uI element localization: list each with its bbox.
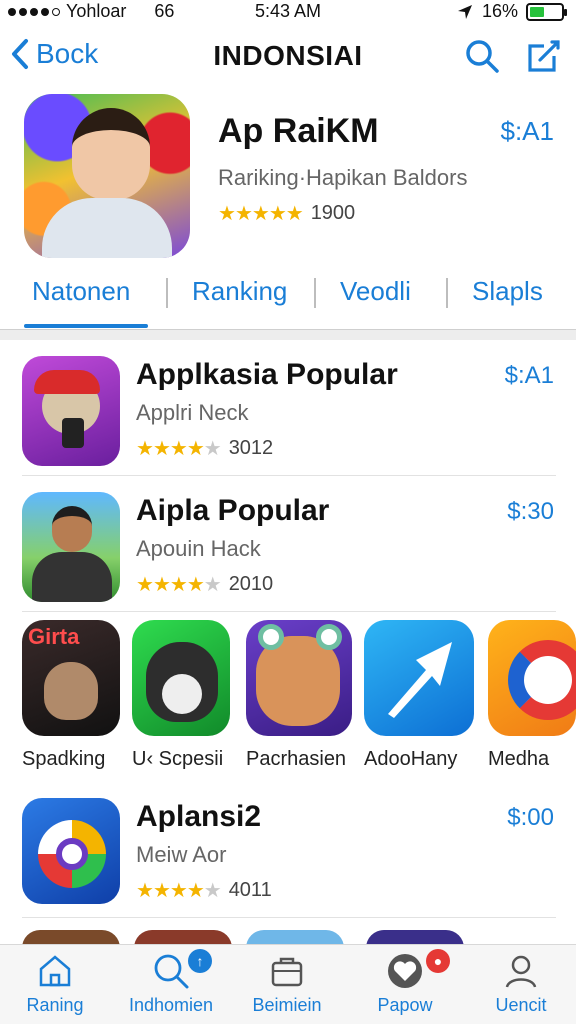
wolf-app-icon: Girta	[22, 620, 120, 736]
list-item[interactable]: Aplansi2 Meiw Aor ★★★★★ 4011 $:00	[22, 798, 556, 918]
star-rating-icon: ★★★★★	[218, 203, 304, 225]
tab-bar-label: Indhomien	[128, 995, 214, 1015]
tab-veodli[interactable]: Veodli	[340, 276, 411, 307]
icon-text: Girta	[28, 624, 80, 649]
compose-icon[interactable]	[524, 36, 564, 76]
search-icon[interactable]	[462, 36, 502, 76]
tab-divider	[314, 278, 316, 308]
status-right: 16%	[456, 1, 567, 22]
tab-slapls[interactable]: Slapls	[472, 276, 543, 307]
rating: ★★★★★ 1900	[218, 201, 467, 226]
app-subtitle: Meiw Aor	[136, 842, 227, 867]
rating: ★★★★★ 3012	[136, 436, 398, 461]
grid-item[interactable]: Pacrhasien	[246, 620, 356, 771]
dog-app-icon	[246, 620, 352, 736]
featured-info: Ap RaiKM Rariking·Hapikan Baldors ★★★★★ …	[218, 112, 467, 226]
heart-icon	[388, 954, 422, 988]
rating: ★★★★★ 4011	[136, 878, 272, 903]
medha-app-icon	[488, 620, 576, 736]
grid-item[interactable]: U‹ Scpesii	[132, 620, 242, 771]
tab-bar: Raning ↑ Indhomien Beimiein ● Papow Uenc…	[0, 944, 576, 1024]
tab-bar-item-uencit[interactable]: Uencit	[466, 951, 576, 1016]
home-icon	[39, 955, 71, 987]
grid-item[interactable]: AdooHany	[364, 620, 474, 771]
tab-bar-item-raning[interactable]: Raning	[0, 951, 110, 1016]
status-bar: Yohloar 66 5:43 AM 16%	[0, 0, 576, 26]
tab-bar-label: Raning	[26, 995, 84, 1015]
rating: ★★★★★ 2010	[136, 572, 329, 597]
grid-label: Spadking	[22, 748, 106, 770]
pin-icon: ●	[426, 949, 450, 973]
tab-indicator	[24, 324, 148, 328]
app-subtitle: Apouin Hack	[136, 536, 261, 561]
list-item-info: Aplansi2 Meiw Aor ★★★★★ 4011	[136, 800, 272, 903]
app-name: Aplansi2	[136, 800, 262, 833]
tab-bar-item-beimiein[interactable]: Beimiein	[232, 951, 342, 1016]
tab-natonen[interactable]: Natonen	[32, 276, 130, 307]
featured-subtitle: Rariking·Hapikan Baldors	[218, 165, 468, 190]
husky-app-icon	[132, 620, 230, 736]
tab-bar-item-indhomien[interactable]: ↑ Indhomien	[116, 949, 226, 1016]
list-item[interactable]: Aipla Popular Apouin Hack ★★★★★ 2010 $:3…	[22, 492, 556, 612]
bag-icon	[271, 957, 303, 987]
app-name: Aipla Popular	[136, 494, 330, 527]
tab-bar-label: Beimiein	[252, 995, 322, 1015]
nav-actions	[462, 36, 564, 76]
battery-icon	[526, 2, 567, 21]
price-button[interactable]: $:A1	[505, 362, 554, 390]
star-rating-icon: ★★★★★	[136, 574, 222, 596]
grid-item[interactable]: Medha	[488, 620, 576, 771]
app-grid: Girta Spadking U‹ Scpesii Pacrhasien Ado…	[22, 620, 576, 778]
star-rating-icon: ★★★★★	[136, 880, 222, 902]
app-name: Applkasia Popular	[136, 358, 398, 391]
app-subtitle: Applri Neck	[136, 400, 249, 425]
arrow-app-icon	[364, 620, 474, 736]
grid-label: Pacrhasien	[246, 748, 347, 770]
list-item-info: Aipla Popular Apouin Hack ★★★★★ 2010	[136, 494, 329, 597]
app-icon	[22, 798, 120, 904]
featured-app[interactable]: Ap RaiKM Rariking·Hapikan Baldors ★★★★★ …	[24, 94, 564, 258]
grid-label: U‹ Scpesii	[132, 748, 224, 770]
rating-count: 4011	[228, 879, 272, 901]
price-button[interactable]: $:30	[507, 498, 554, 526]
tab-bar-item-papow[interactable]: ● Papow	[350, 949, 460, 1016]
search-icon	[154, 954, 189, 989]
section-divider	[0, 330, 576, 340]
grid-label: Medha	[488, 748, 550, 770]
app-icon	[22, 492, 120, 602]
price-button[interactable]: $:A1	[501, 116, 555, 147]
app-icon	[22, 356, 120, 466]
tab-bar-label: Uencit	[495, 995, 547, 1015]
tab-divider	[166, 278, 168, 308]
tab-ranking[interactable]: Ranking	[192, 276, 287, 307]
list-item[interactable]: Applkasia Popular Applri Neck ★★★★★ 3012…	[22, 356, 556, 476]
tab-divider	[446, 278, 448, 308]
tab-bar-label: Papow	[377, 995, 433, 1015]
rating-count: 1900	[310, 202, 356, 224]
rating-count: 3012	[228, 437, 274, 459]
person-icon	[505, 955, 537, 988]
nav-bar: Bock INDONSIAI	[0, 26, 576, 86]
grid-item[interactable]: Girta Spadking	[22, 620, 132, 771]
rating-count: 2010	[228, 573, 274, 595]
featured-name: Ap RaiKM	[218, 112, 379, 150]
app-icon	[24, 94, 190, 258]
arrow-up-icon: ↑	[188, 949, 212, 973]
price-button[interactable]: $:00	[507, 804, 554, 832]
battery-percent: 16%	[481, 1, 518, 21]
star-rating-icon: ★★★★★	[136, 438, 222, 460]
segment-tabs: Natonen Ranking Veodli Slapls	[0, 268, 576, 330]
list-item-info: Applkasia Popular Applri Neck ★★★★★ 3012	[136, 358, 398, 461]
location-arrow-icon	[457, 4, 472, 19]
grid-label: AdooHany	[364, 748, 458, 770]
